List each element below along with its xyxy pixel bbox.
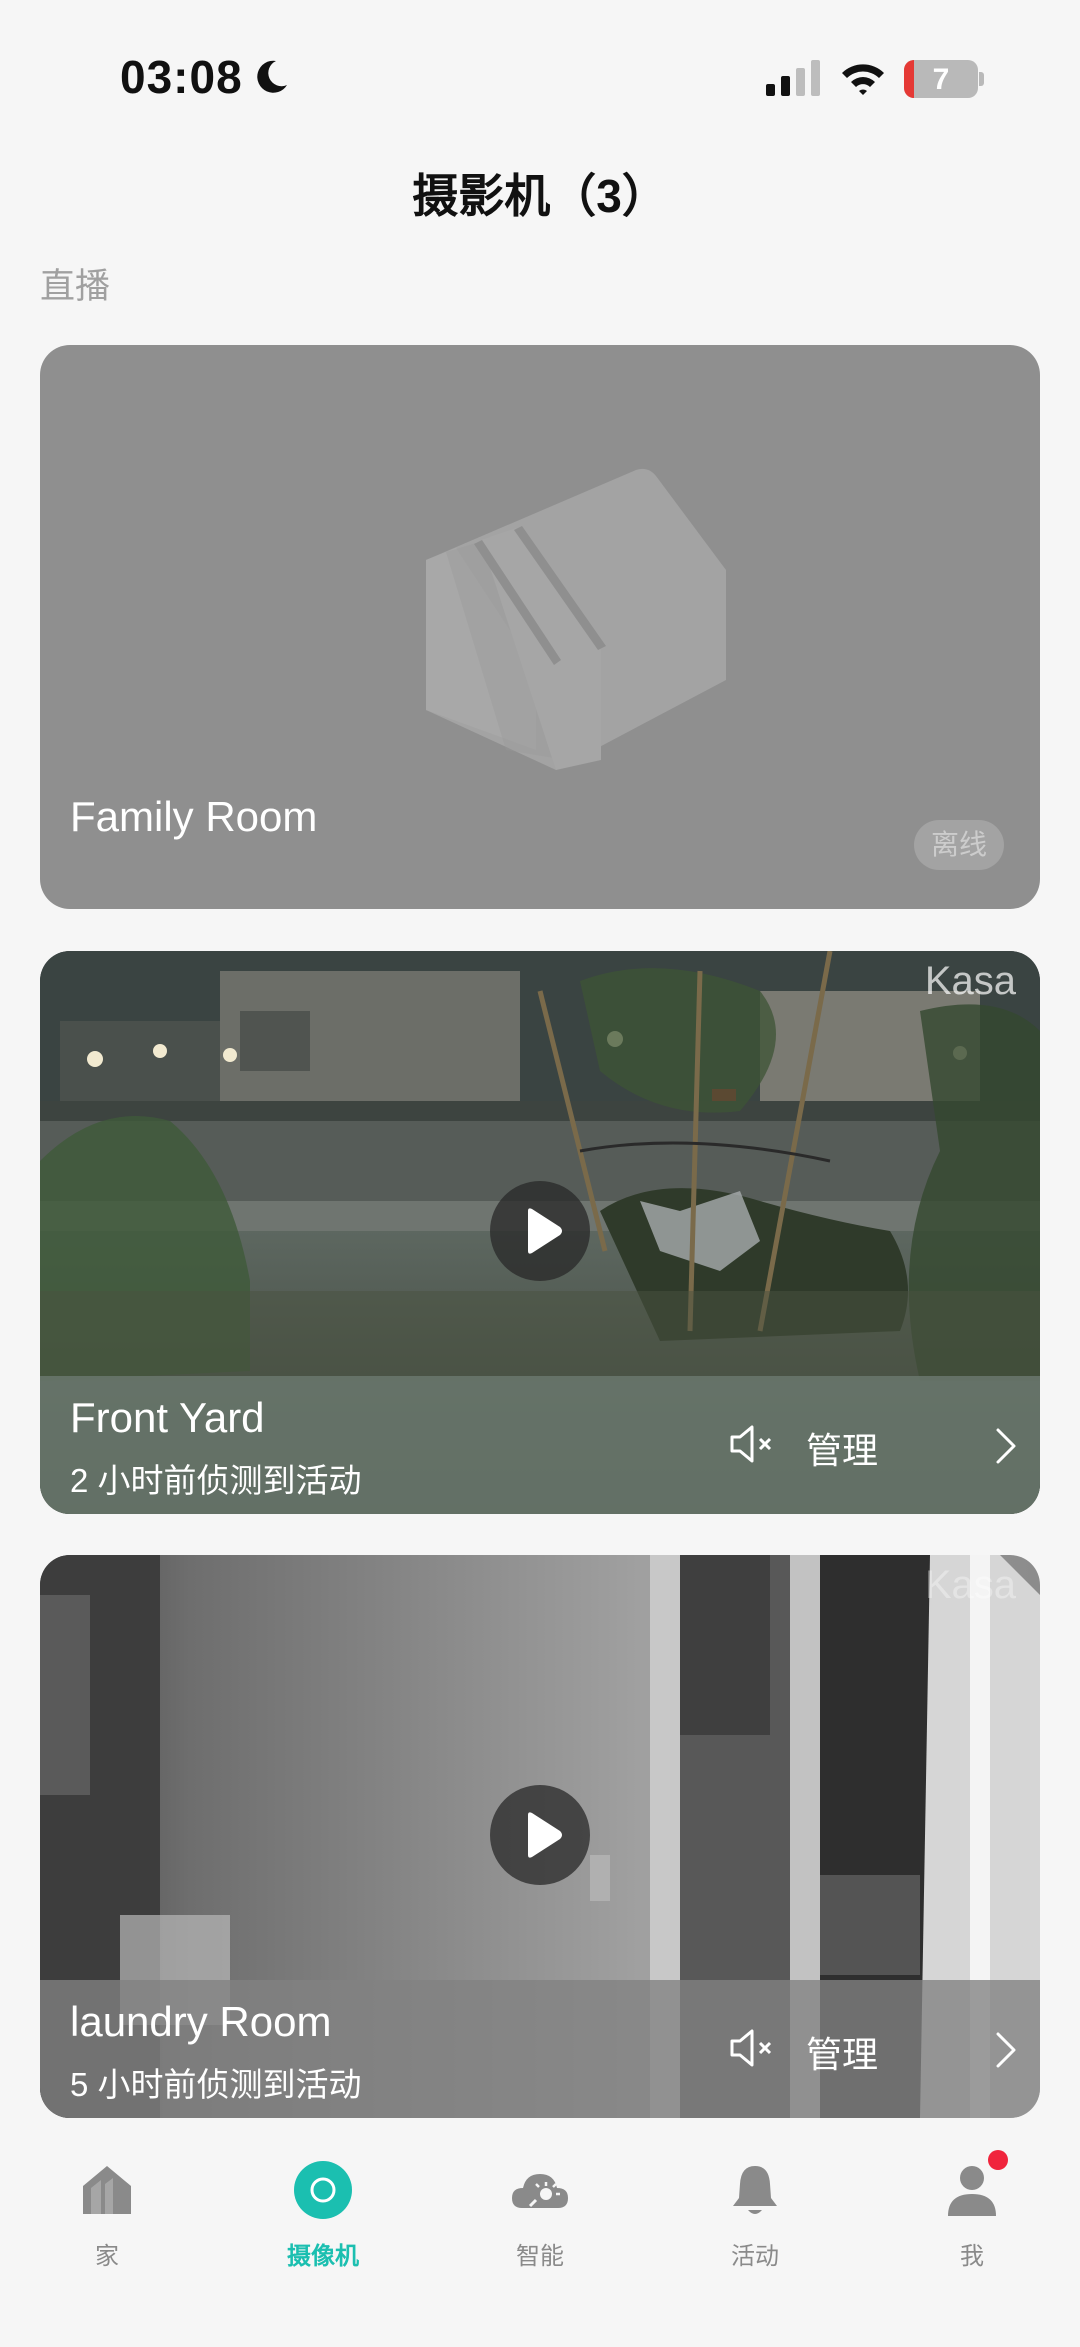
camera-card-family-room[interactable]: Family Room 离线 [40, 345, 1040, 909]
play-icon [528, 1208, 562, 1254]
speaker-muted-icon[interactable] [728, 1422, 778, 1466]
battery-indicator: 7 [904, 60, 978, 98]
nav-item-me[interactable]: 我 [897, 2160, 1047, 2280]
notification-badge [988, 2150, 1008, 2170]
camera-card-front-yard[interactable]: Kasa Front Yard 2 小时前侦测到活动 管理 [40, 951, 1040, 1514]
play-button[interactable] [490, 1181, 590, 1281]
nav-label: 智能 [516, 2243, 564, 2270]
camera-activity-text: 5 小时前侦测到活动 [70, 2066, 362, 2103]
bell-icon [733, 2166, 777, 2214]
camera-info-bar: Front Yard 2 小时前侦测到活动 管理 [40, 1376, 1040, 1514]
camera-name: Front Yard [70, 1394, 265, 1441]
offline-badge: 离线 [914, 820, 1004, 870]
chevron-right-icon[interactable] [994, 2030, 1018, 2070]
nav-label: 活动 [731, 2243, 779, 2270]
manage-button[interactable]: 管理 [806, 1422, 878, 1474]
manage-button[interactable]: 管理 [806, 2026, 878, 2078]
cellular-signal-icon [766, 60, 820, 96]
house-placeholder-icon [426, 468, 726, 770]
nav-label: 摄像机 [287, 2243, 359, 2270]
moon-icon [257, 60, 287, 93]
wifi-icon [842, 64, 884, 95]
kasa-watermark: Kasa [924, 1563, 1016, 1607]
home-icon [83, 2166, 131, 2214]
nav-item-camera[interactable]: 摄像机 [248, 2160, 398, 2280]
play-button[interactable] [490, 1785, 590, 1885]
section-label-live: 直播 [40, 267, 111, 306]
camera-name: laundry Room [70, 1998, 332, 2045]
kasa-watermark: Kasa [924, 959, 1016, 1003]
nav-item-activity[interactable]: 活动 [680, 2160, 830, 2280]
play-icon [528, 1812, 562, 1858]
speaker-muted-icon[interactable] [728, 2026, 778, 2070]
status-bar: 03:08 7 [0, 0, 1080, 140]
camera-icon [294, 2161, 352, 2219]
smart-cloud-icon [512, 2174, 568, 2208]
page-title: 摄影机（3） [412, 170, 668, 222]
chevron-right-icon[interactable] [994, 1426, 1018, 1466]
battery-percent: 7 [932, 63, 950, 96]
camera-info-bar: laundry Room 5 小时前侦测到活动 管理 [40, 1980, 1040, 2118]
battery-tip [979, 72, 984, 86]
camera-activity-text: 2 小时前侦测到活动 [70, 1462, 362, 1499]
bottom-nav: 家 摄像机 智能 活动 我 [0, 2130, 1080, 2347]
nav-label: 家 [95, 2243, 119, 2270]
camera-name: Family Room [70, 793, 318, 840]
status-time: 03:08 [120, 51, 243, 103]
nav-label: 我 [960, 2243, 984, 2270]
nav-item-home[interactable]: 家 [32, 2160, 182, 2280]
camera-card-laundry-room[interactable]: Kasa laundry Room 5 小时前侦测到活动 管理 [40, 1555, 1040, 2118]
nav-item-smart[interactable]: 智能 [465, 2160, 615, 2280]
